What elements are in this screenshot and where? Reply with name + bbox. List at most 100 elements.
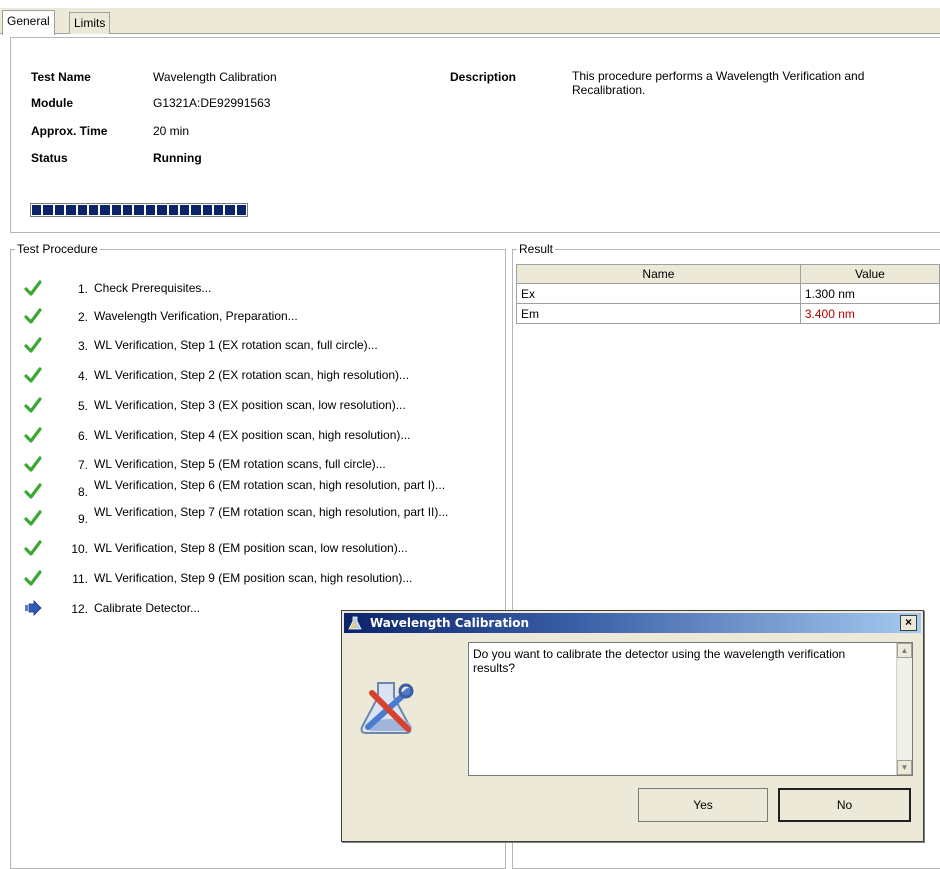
close-icon[interactable]: × [900,615,917,631]
progress-segment [32,205,42,215]
step-number: 8. [77,485,88,499]
approx-time-value: 20 min [153,124,190,138]
step-text: WL Verification, Step 8 (EM position sca… [94,541,408,555]
message-scrollbar[interactable]: ▲ ▼ [896,643,912,775]
step-item: 9. WL Verification, Step 7 (EM rotation s… [24,505,494,533]
step-text: WL Verification, Step 1 (EX rotation sca… [94,338,378,352]
description-value: This procedure performs a Wavelength Ver… [572,69,865,97]
step-item: 2. Wavelength Verification, Preparation..… [24,305,494,331]
scroll-down-icon[interactable]: ▼ [897,760,912,775]
dialog-message: Do you want to calibrate the detector us… [473,647,846,675]
tab-strip: General Limits [0,8,940,35]
progress-segment [66,205,76,215]
step-number: 2. [77,310,88,324]
step-text: Wavelength Verification, Preparation... [94,309,298,323]
calibration-dialog: Wavelength Calibration × Do you want to … [341,610,924,842]
dialog-title: Wavelength Calibration [370,616,530,630]
column-header-name[interactable]: Name [516,264,801,284]
step-text: WL Verification, Step 6 (EM rotation sca… [94,478,446,492]
step-item: 8. WL Verification, Step 6 (EM rotation s… [24,478,494,506]
flask-tools-icon [360,682,414,734]
step-number: 12. [71,602,88,616]
description-label: Description [450,70,517,84]
scroll-up-icon[interactable]: ▲ [897,643,912,658]
no-button[interactable]: No [778,788,911,822]
step-text: WL Verification, Step 7 (EM rotation sca… [94,505,449,519]
checkmark-icon [24,570,42,586]
step-text: WL Verification, Step 2 (EX rotation sca… [94,368,410,382]
checkmark-icon [24,540,42,556]
step-text: WL Verification, Step 4 (EX position sca… [94,428,411,442]
status-value: Running [153,151,202,165]
step-item: 10. WL Verification, Step 8 (EM position … [24,537,494,563]
result-value-cell: 3.400 nm [799,303,940,324]
progress-segment [100,205,110,215]
test-procedure-title: Test Procedure [15,242,100,256]
step-text: Check Prerequisites... [94,281,212,295]
tab-general[interactable]: General [2,10,55,35]
result-table: Name Value Ex 1.300 nm Em 3.400 nm [516,264,940,324]
arrow-right-icon [25,600,42,616]
checkmark-icon [24,483,42,499]
checkmark-icon [24,510,42,526]
step-item: 1. Check Prerequisites... [24,277,494,303]
step-item: 5. WL Verification, Step 3 (EX position s… [24,394,494,420]
progress-segment [54,205,65,215]
checkmark-icon [24,427,42,443]
yes-button[interactable]: Yes [638,788,768,822]
step-text: WL Verification, Step 5 (EM rotation sca… [94,457,386,471]
step-item: 7. WL Verification, Step 5 (EM rotation s… [24,453,494,479]
flask-wrench-icon [348,616,362,630]
progress-segment [179,205,190,215]
progress-segment [236,205,247,215]
progress-segment [157,205,167,215]
result-value-cell: 1.300 nm [799,283,940,304]
step-item: 4. WL Verification, Step 2 (EX rotation s… [24,364,494,390]
tab-limits[interactable]: Limits [69,12,111,34]
result-title: Result [517,242,556,256]
progress-segment [123,205,133,215]
progress-segment [145,205,156,215]
step-number: 7. [77,458,88,472]
step-number: 1. [77,282,88,296]
step-number: 6. [77,429,88,443]
checkmark-icon [24,280,42,296]
table-row[interactable]: Ex 1.300 nm [516,283,940,304]
dialog-titlebar[interactable]: Wavelength Calibration × [344,613,921,633]
progress-segment [225,205,235,215]
progress-bar [30,203,248,217]
progress-segment [111,205,121,215]
status-label: Status [31,151,68,165]
progress-segment [77,205,87,215]
column-header-value[interactable]: Value [799,264,940,284]
result-name-cell: Ex [516,283,801,304]
table-row[interactable]: Em 3.400 nm [516,303,940,324]
checkmark-icon [24,367,42,383]
module-value: G1321A:DE92991563 [153,96,271,110]
progress-segment [43,205,53,215]
checkmark-icon [24,337,42,353]
progress-segment [88,205,99,215]
step-number: 5. [77,399,88,413]
step-item: 3. WL Verification, Step 1 (EX rotation s… [24,334,494,360]
progress-segment [134,205,144,215]
progress-segment [191,205,201,215]
checkmark-icon [24,397,42,413]
step-item: 11. WL Verification, Step 9 (EM position … [24,567,494,593]
module-label: Module [31,96,73,110]
step-text: WL Verification, Step 3 (EX position sca… [94,398,406,412]
step-item: 6. WL Verification, Step 4 (EX position s… [24,424,494,450]
message-box[interactable]: Do you want to calibrate the detector us… [468,642,913,776]
test-name-value: Wavelength Calibration [153,70,277,84]
approx-time-label: Approx. Time [31,124,108,138]
checkmark-icon [24,456,42,472]
test-name-label: Test Name [31,70,91,84]
step-number: 3. [77,339,88,353]
step-text: WL Verification, Step 9 (EM position sca… [94,571,413,585]
step-number: 11. [72,572,88,586]
result-name-cell: Em [516,303,801,324]
step-number: 9. [77,512,88,526]
progress-segment [168,205,178,215]
checkmark-icon [24,308,42,324]
step-number: 4. [77,369,88,383]
